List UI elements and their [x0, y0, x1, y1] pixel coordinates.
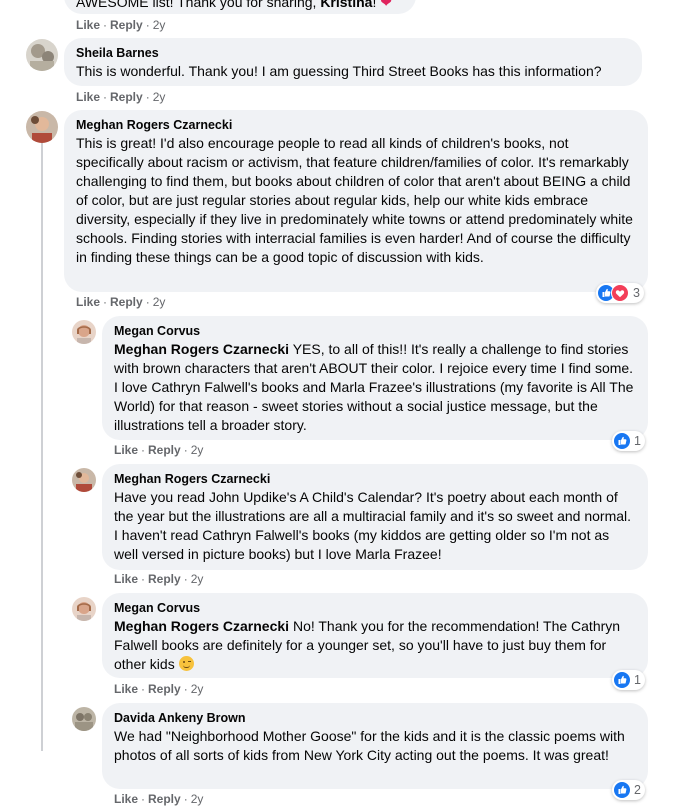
- comment-author[interactable]: Meghan Rogers Czarnecki: [76, 117, 636, 133]
- avatar[interactable]: [72, 320, 96, 344]
- comment-author[interactable]: Megan Corvus: [114, 600, 636, 616]
- reaction-summary[interactable]: 1: [612, 670, 645, 690]
- reply-button[interactable]: Reply: [110, 295, 143, 309]
- comment-actions: Like · Reply · 2y: [114, 443, 204, 457]
- reaction-count: 1: [634, 434, 641, 448]
- comment-author[interactable]: Megan Corvus: [114, 323, 636, 339]
- timestamp[interactable]: 2y: [191, 682, 204, 696]
- reply-bubble: Davida Ankeny Brown We had "Neighborhood…: [102, 703, 648, 789]
- reply-button[interactable]: Reply: [148, 572, 181, 586]
- comment-bubble: AWESOME list! Thank you for sharing, Kri…: [64, 0, 416, 14]
- comment-actions: Like · Reply · 2y: [76, 90, 166, 104]
- reaction-summary[interactable]: 3: [596, 283, 644, 303]
- like-reaction-icon: [614, 433, 630, 449]
- timestamp[interactable]: 2y: [153, 295, 166, 309]
- timestamp[interactable]: 2y: [191, 443, 204, 457]
- comment-bubble: Meghan Rogers Czarnecki This is great! I…: [64, 110, 648, 292]
- reply-button[interactable]: Reply: [148, 792, 181, 806]
- avatar[interactable]: [72, 597, 96, 621]
- comment-text: Meghan Rogers Czarnecki No! Thank you fo…: [114, 618, 621, 672]
- mention-link[interactable]: Meghan Rogers Czarnecki: [114, 341, 289, 357]
- like-button[interactable]: Like: [114, 792, 138, 806]
- winking-face-icon: [178, 656, 194, 671]
- reaction-count: 3: [633, 286, 640, 300]
- avatar[interactable]: [26, 111, 58, 143]
- comment-actions: Like · Reply · 2y: [114, 682, 204, 696]
- comment-author[interactable]: Sheila Barnes: [76, 45, 630, 61]
- timestamp[interactable]: 2y: [191, 572, 204, 586]
- comment-text: Have you read John Updike's A Child's Ca…: [114, 489, 632, 562]
- reply-bubble: Megan Corvus Meghan Rogers Czarnecki YES…: [102, 316, 648, 440]
- thread-line: [41, 143, 43, 751]
- avatar[interactable]: [72, 468, 96, 492]
- reaction-count: 1: [634, 673, 641, 687]
- comment-actions: Like · Reply · 2y: [114, 792, 204, 806]
- reply-bubble: Megan Corvus Meghan Rogers Czarnecki No!…: [102, 593, 648, 678]
- comment-text: This is wonderful. Thank you! I am guess…: [76, 63, 602, 79]
- avatar[interactable]: [72, 707, 96, 731]
- comment-text: Meghan Rogers Czarnecki YES, to all of t…: [114, 341, 634, 433]
- comment-bubble: Sheila Barnes This is wonderful. Thank y…: [64, 38, 642, 86]
- red-heart-icon: ❤: [380, 0, 392, 10]
- like-button[interactable]: Like: [114, 682, 138, 696]
- avatar[interactable]: [26, 39, 58, 71]
- timestamp[interactable]: 2y: [153, 18, 166, 32]
- comment-actions: Like · Reply · 2y: [76, 295, 166, 309]
- reply-bubble: Meghan Rogers Czarnecki Have you read Jo…: [102, 464, 648, 570]
- reaction-count: 2: [634, 783, 641, 797]
- comment-text: This is great! I'd also encourage people…: [76, 135, 633, 265]
- like-button[interactable]: Like: [76, 90, 100, 104]
- timestamp[interactable]: 2y: [153, 90, 166, 104]
- like-button[interactable]: Like: [76, 18, 100, 32]
- like-reaction-icon: [614, 782, 630, 798]
- like-button[interactable]: Like: [114, 572, 138, 586]
- like-button[interactable]: Like: [114, 443, 138, 457]
- comment-actions: Like · Reply · 2y: [76, 18, 166, 32]
- comment-author[interactable]: Davida Ankeny Brown: [114, 710, 636, 726]
- comment-author[interactable]: Meghan Rogers Czarnecki: [114, 471, 636, 487]
- reaction-summary[interactable]: 1: [612, 431, 645, 451]
- reply-button[interactable]: Reply: [110, 90, 143, 104]
- timestamp[interactable]: 2y: [191, 792, 204, 806]
- like-reaction-icon: [614, 672, 630, 688]
- comment-actions: Like · Reply · 2y: [114, 572, 204, 586]
- mention-link[interactable]: Kristina: [320, 0, 372, 10]
- mention-link[interactable]: Meghan Rogers Czarnecki: [114, 618, 289, 634]
- reply-button[interactable]: Reply: [110, 18, 143, 32]
- love-reaction-icon: [611, 284, 629, 302]
- reply-button[interactable]: Reply: [148, 443, 181, 457]
- comment-text: AWESOME list! Thank you for sharing, Kri…: [76, 0, 404, 12]
- reply-button[interactable]: Reply: [148, 682, 181, 696]
- reaction-summary[interactable]: 2: [612, 780, 645, 800]
- like-button[interactable]: Like: [76, 295, 100, 309]
- comment-text: We had "Neighborhood Mother Goose" for t…: [114, 728, 625, 763]
